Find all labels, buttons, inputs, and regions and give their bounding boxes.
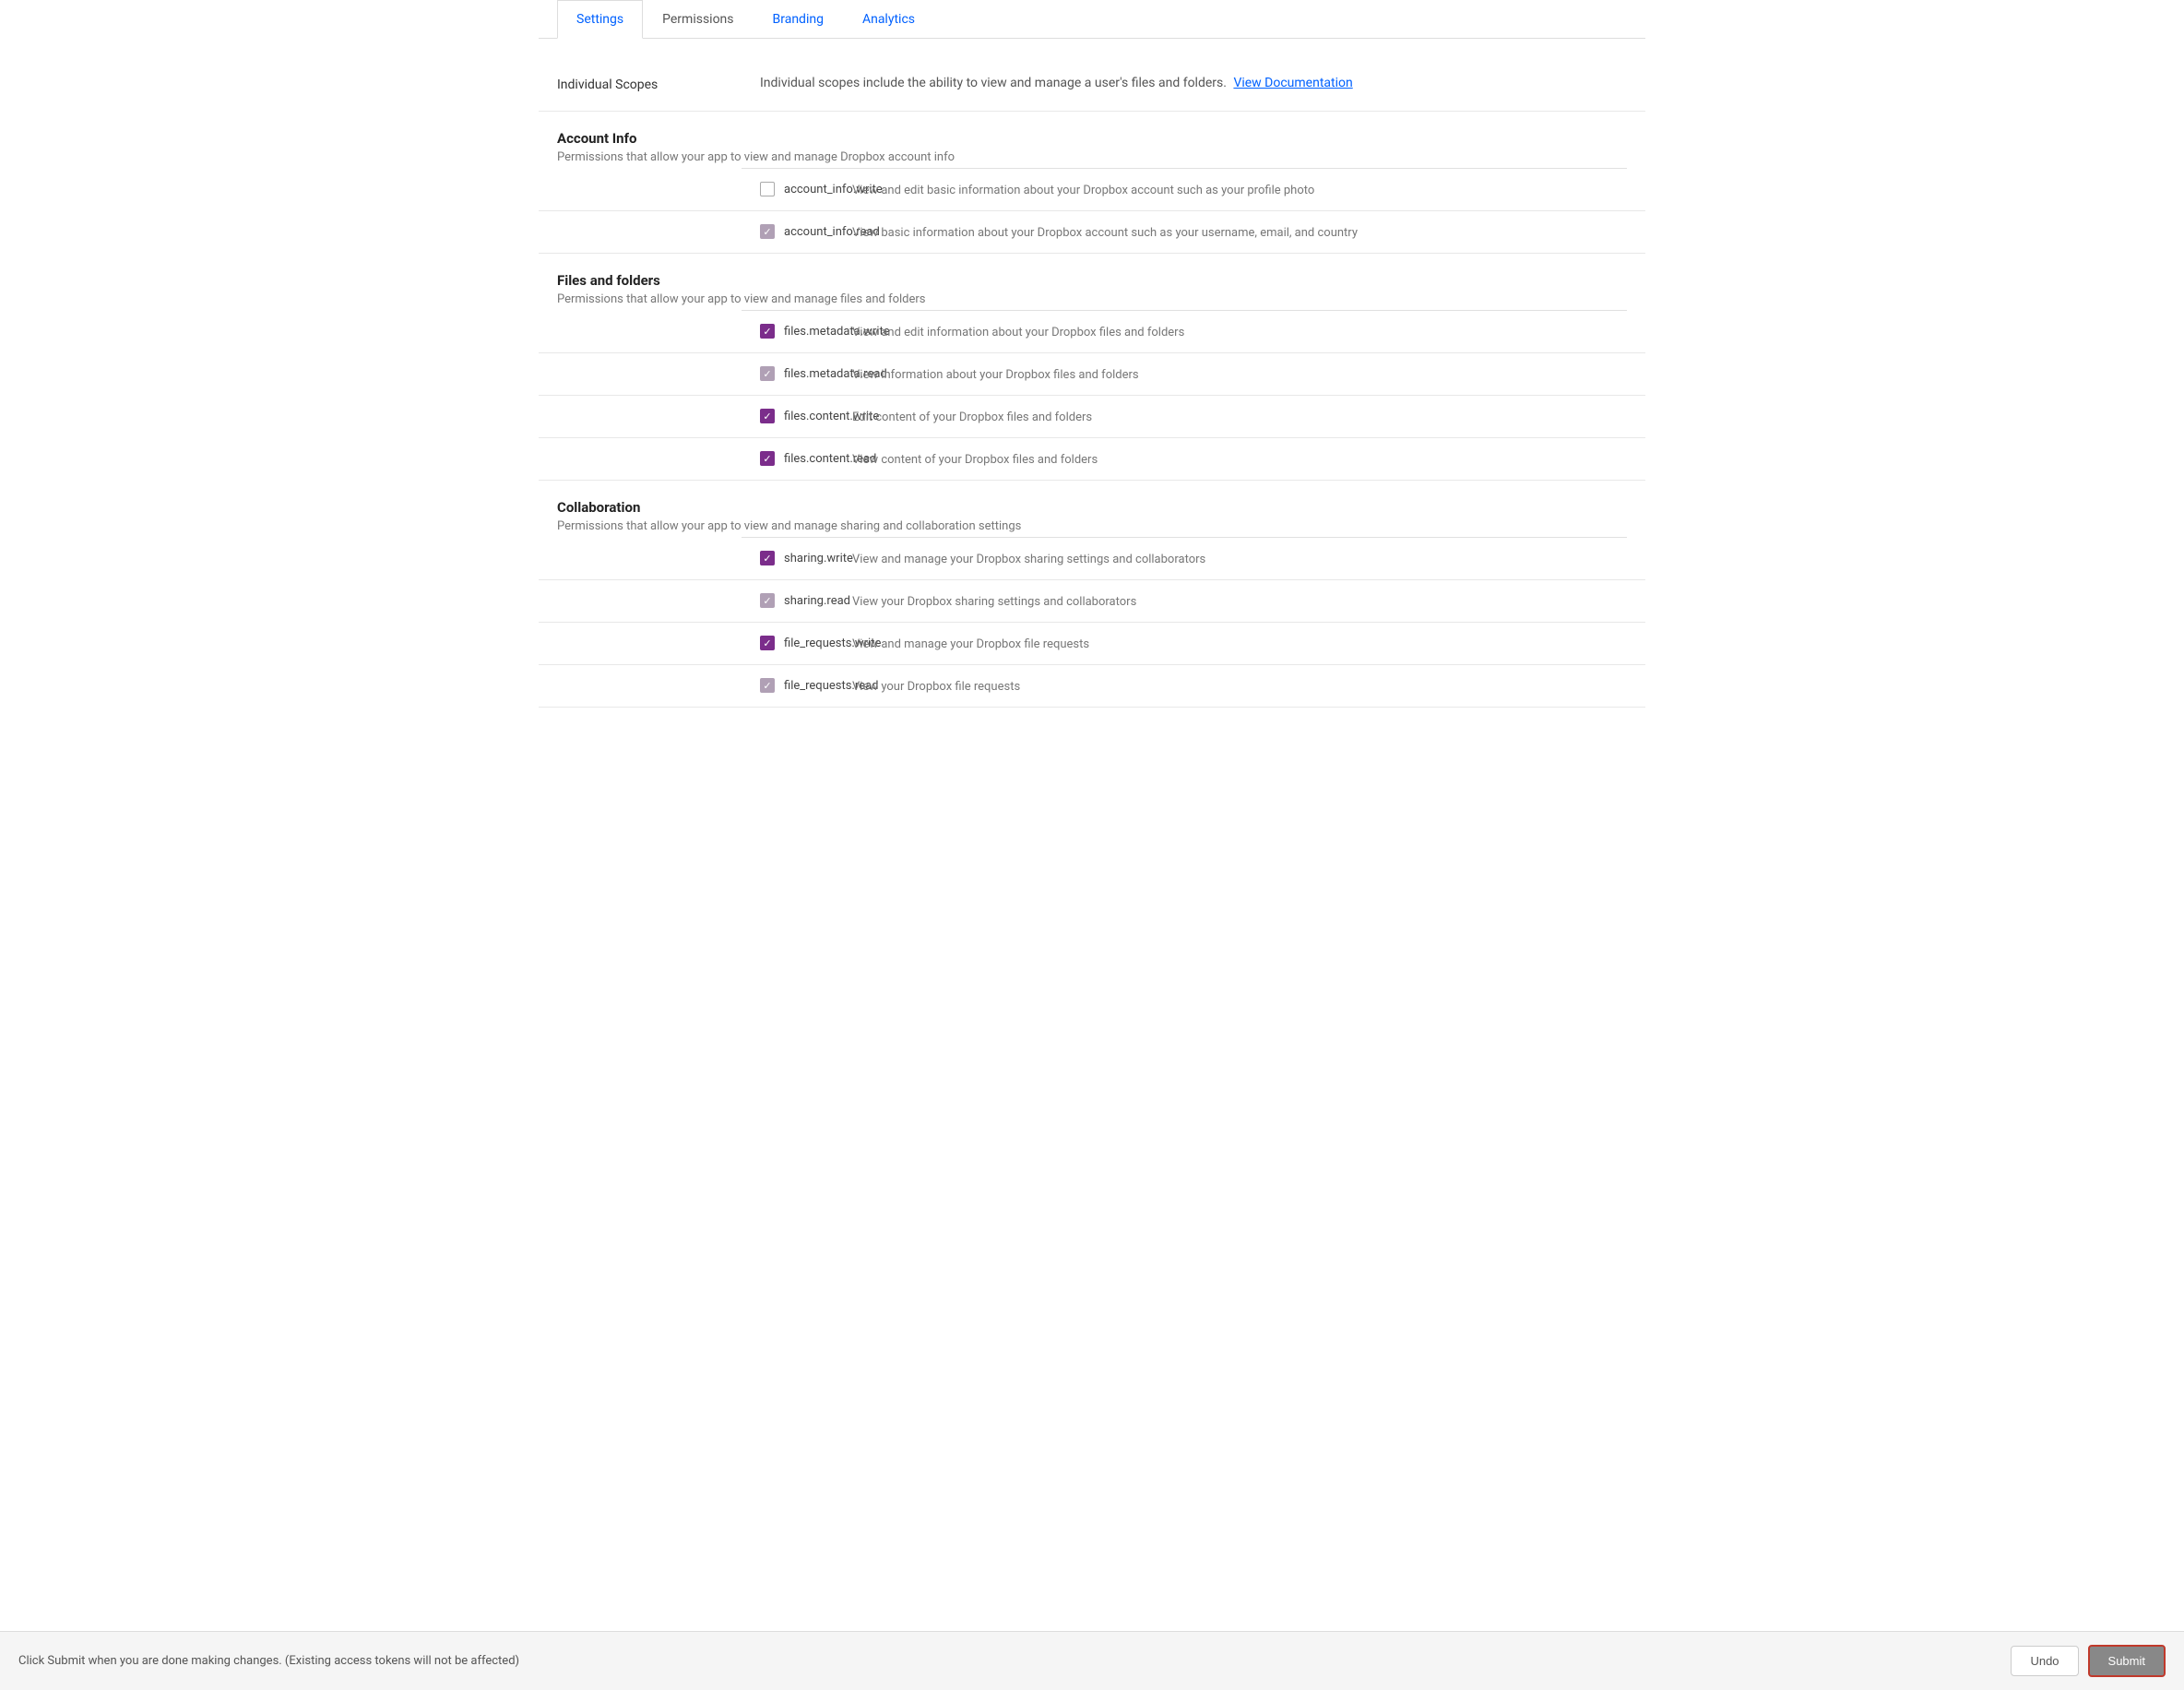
- permission-name-sharing_read: sharing.read: [784, 594, 850, 608]
- checkbox-file_requests_read[interactable]: ✓: [760, 678, 775, 693]
- tabs-bar: Settings Permissions Branding Analytics: [539, 0, 1645, 39]
- group-subtitle-collaboration: Permissions that allow your app to view …: [557, 519, 1627, 533]
- tab-branding[interactable]: Branding: [754, 0, 843, 39]
- permission-left-files_metadata_write: ✓ files.metadata.write: [557, 324, 852, 339]
- group-header-collaboration: Collaboration Permissions that allow you…: [539, 481, 1645, 537]
- individual-scopes-content: Individual scopes include the ability to…: [760, 76, 1627, 90]
- permission-description-files_metadata_write: View and edit information about your Dro…: [852, 324, 1627, 339]
- permission-description-file_requests_write: View and manage your Dropbox file reques…: [852, 636, 1627, 651]
- bottom-bar-buttons: Undo Submit: [2011, 1645, 2166, 1677]
- view-documentation-link[interactable]: View Documentation: [1233, 76, 1352, 90]
- permission-description-account_info_read: View basic information about your Dropbo…: [852, 224, 1627, 240]
- group-header-files-folders: Files and folders Permissions that allow…: [539, 254, 1645, 310]
- bottom-bar: Click Submit when you are done making ch…: [0, 1631, 2184, 1690]
- permission-description-files_content_read: View content of your Dropbox files and f…: [852, 451, 1627, 467]
- undo-button[interactable]: Undo: [2011, 1646, 2078, 1676]
- permission-description-account_info_write: View and edit basic information about yo…: [852, 182, 1627, 197]
- permission-item-account_info_read: ✓ account_info.read View basic informati…: [539, 211, 1645, 254]
- permission-left-sharing_read: ✓ sharing.read: [557, 593, 852, 608]
- tab-settings[interactable]: Settings: [557, 0, 643, 39]
- permission-item-files_content_read: ✓ files.content.read View content of you…: [539, 438, 1645, 481]
- permission-description-file_requests_read: View your Dropbox file requests: [852, 678, 1627, 694]
- individual-scopes-section: Individual Scopes Individual scopes incl…: [539, 57, 1645, 112]
- group-title-collaboration: Collaboration: [557, 499, 1627, 516]
- permission-item-sharing_read: ✓ sharing.read View your Dropbox sharing…: [539, 580, 1645, 623]
- permission-left-files_content_read: ✓ files.content.read: [557, 451, 852, 466]
- permission-name-sharing_write: sharing.write: [784, 552, 853, 565]
- checkbox-files_content_read[interactable]: ✓: [760, 451, 775, 466]
- group-title-account-info: Account Info: [557, 130, 1627, 147]
- permission-item-files_metadata_write: ✓ files.metadata.write View and edit inf…: [539, 311, 1645, 353]
- checkbox-files_metadata_read[interactable]: ✓: [760, 366, 775, 381]
- group-header-account-info: Account Info Permissions that allow your…: [539, 112, 1645, 168]
- permission-left-account_info_write: account_info.write: [557, 182, 852, 196]
- permission-description-files_metadata_read: View information about your Dropbox file…: [852, 366, 1627, 382]
- permission-description-sharing_write: View and manage your Dropbox sharing set…: [852, 551, 1627, 566]
- group-subtitle-account-info: Permissions that allow your app to view …: [557, 150, 1627, 164]
- submit-button[interactable]: Submit: [2088, 1645, 2166, 1677]
- checkbox-file_requests_write[interactable]: ✓: [760, 636, 775, 650]
- permission-item-file_requests_write: ✓ file_requests.write View and manage yo…: [539, 623, 1645, 665]
- permission-item-sharing_write: ✓ sharing.write View and manage your Dro…: [539, 538, 1645, 580]
- permission-item-account_info_write: account_info.write View and edit basic i…: [539, 169, 1645, 211]
- permission-item-files_content_write: ✓ files.content.write Edit content of yo…: [539, 396, 1645, 438]
- permission-left-sharing_write: ✓ sharing.write: [557, 551, 852, 565]
- group-subtitle-files-folders: Permissions that allow your app to view …: [557, 292, 1627, 306]
- permission-left-files_content_write: ✓ files.content.write: [557, 409, 852, 423]
- permission-item-file_requests_read: ✓ file_requests.read View your Dropbox f…: [539, 665, 1645, 708]
- checkbox-files_metadata_write[interactable]: ✓: [760, 324, 775, 339]
- tab-permissions[interactable]: Permissions: [643, 0, 753, 39]
- individual-scopes-label: Individual Scopes: [557, 76, 760, 92]
- checkbox-account_info_read[interactable]: ✓: [760, 224, 775, 239]
- content-area: Individual Scopes Individual scopes incl…: [539, 39, 1645, 726]
- individual-scopes-description: Individual scopes include the ability to…: [760, 76, 1227, 90]
- checkbox-files_content_write[interactable]: ✓: [760, 409, 775, 423]
- permission-groups: Account Info Permissions that allow your…: [539, 112, 1645, 708]
- permission-left-file_requests_write: ✓ file_requests.write: [557, 636, 852, 650]
- permission-description-files_content_write: Edit content of your Dropbox files and f…: [852, 409, 1627, 424]
- permission-left-file_requests_read: ✓ file_requests.read: [557, 678, 852, 693]
- checkbox-sharing_read[interactable]: ✓: [760, 593, 775, 608]
- permission-item-files_metadata_read: ✓ files.metadata.read View information a…: [539, 353, 1645, 396]
- group-title-files-folders: Files and folders: [557, 272, 1627, 289]
- tab-analytics[interactable]: Analytics: [843, 0, 934, 39]
- bottom-bar-message: Click Submit when you are done making ch…: [18, 1654, 519, 1668]
- checkbox-account_info_write[interactable]: [760, 182, 775, 196]
- permission-description-sharing_read: View your Dropbox sharing settings and c…: [852, 593, 1627, 609]
- permission-left-files_metadata_read: ✓ files.metadata.read: [557, 366, 852, 381]
- checkbox-sharing_write[interactable]: ✓: [760, 551, 775, 565]
- permission-left-account_info_read: ✓ account_info.read: [557, 224, 852, 239]
